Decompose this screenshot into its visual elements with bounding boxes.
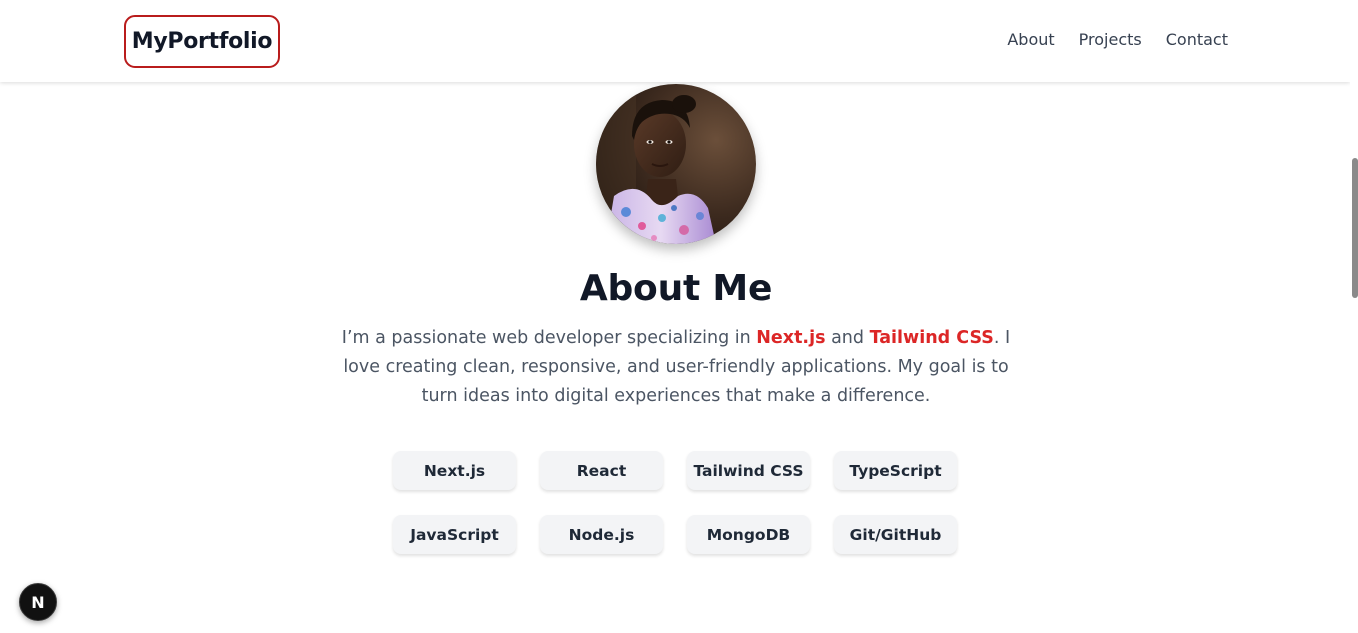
page-scrollbar[interactable] <box>1350 0 1358 633</box>
nav-link-contact[interactable]: Contact <box>1166 30 1228 49</box>
skill-chip-nodejs: Node.js <box>540 515 663 554</box>
nav-link-projects[interactable]: Projects <box>1079 30 1142 49</box>
nav-links: About Projects Contact <box>1007 30 1228 49</box>
logo-link[interactable]: MyPortfolio <box>124 15 280 68</box>
profile-photo-image <box>596 84 756 244</box>
bio-text-part2: and <box>825 328 870 348</box>
about-section: About Me I’m a passionate web developer … <box>0 82 1350 633</box>
navbar: MyPortfolio About Projects Contact <box>0 0 1350 82</box>
skill-chip-typescript: TypeScript <box>834 451 957 490</box>
skill-chip-git-github: Git/GitHub <box>834 515 957 554</box>
skill-chip-nextjs: Next.js <box>393 451 516 490</box>
skill-chip-react: React <box>540 451 663 490</box>
profile-photo <box>596 84 756 244</box>
skill-chip-mongodb: MongoDB <box>687 515 810 554</box>
skills-grid: Next.js React Tailwind CSS TypeScript Ja… <box>393 451 959 554</box>
bio-highlight-tailwind: Tailwind CSS <box>869 328 994 348</box>
about-title: About Me <box>579 268 773 309</box>
skill-chip-tailwind-css: Tailwind CSS <box>687 451 810 490</box>
skill-chip-javascript: JavaScript <box>393 515 516 554</box>
bio-text-part1: I’m a passionate web developer specializ… <box>341 328 757 348</box>
nextjs-devtools-icon[interactable]: N <box>19 583 57 621</box>
nav-link-about[interactable]: About <box>1007 30 1054 49</box>
page-viewport: MyPortfolio About Projects Contact About… <box>0 0 1358 633</box>
bio-highlight-nextjs: Next.js <box>756 328 826 348</box>
page-scrollbar-thumb[interactable] <box>1352 158 1358 298</box>
about-bio: I’m a passionate web developer specializ… <box>340 324 1012 411</box>
